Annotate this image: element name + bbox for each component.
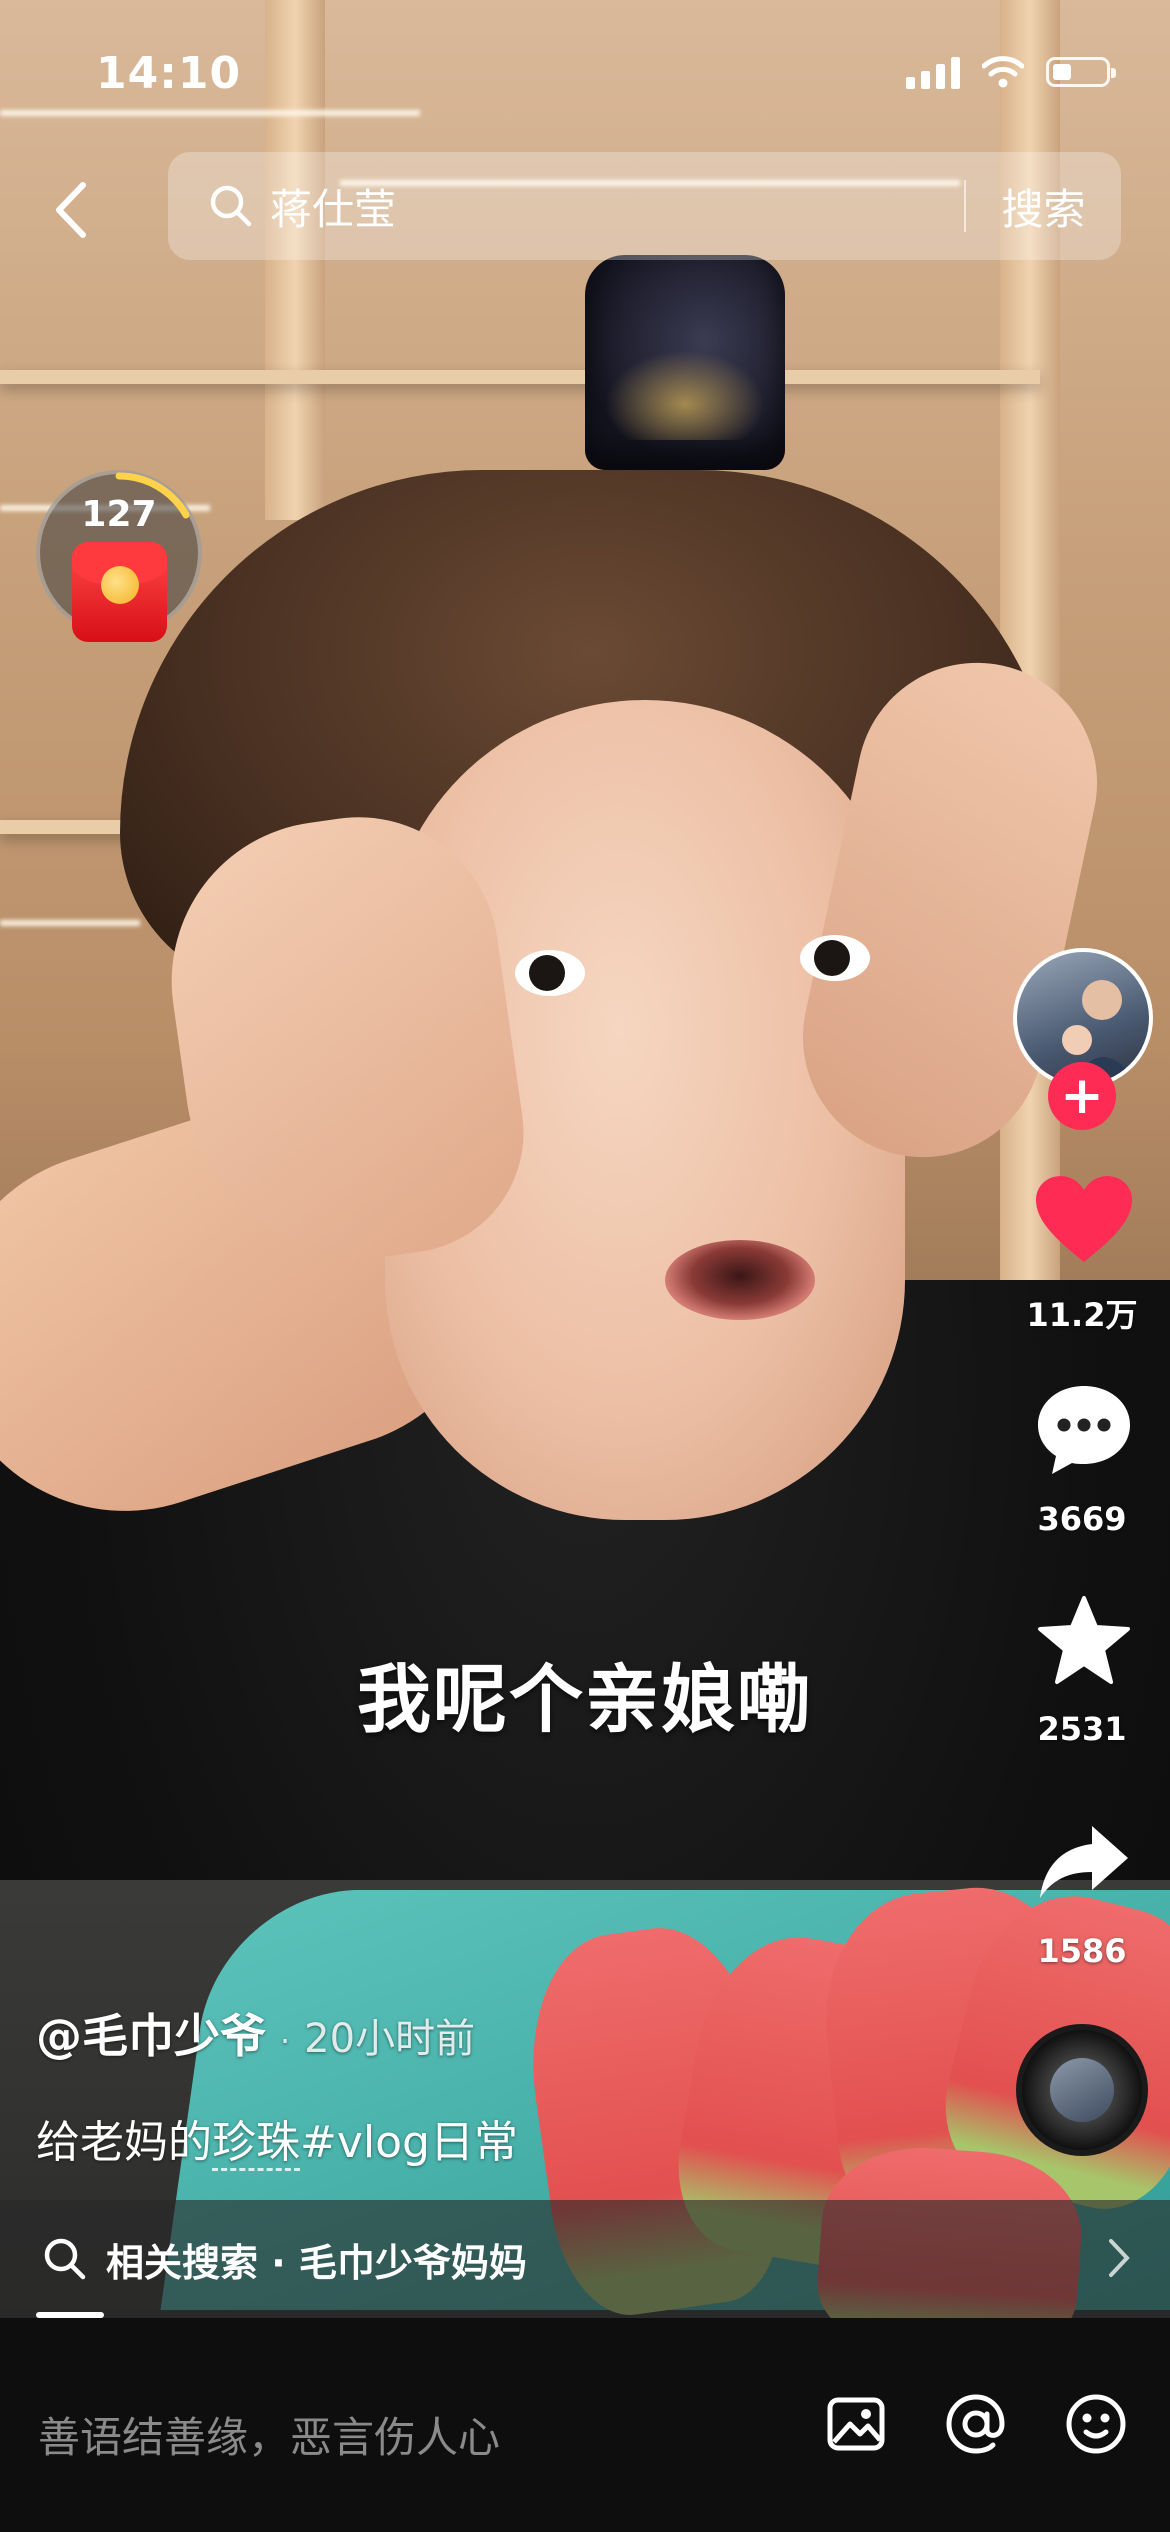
post-description: 给老妈的珍珠#vlog日常 [36, 2106, 518, 2171]
video-frame[interactable] [0, 0, 1170, 2318]
description-text: 给老妈的 [36, 2117, 212, 2168]
post-author-line: @毛巾少爷 · 20小时前 [36, 2000, 475, 2066]
status-icons [906, 55, 1116, 89]
follow-button[interactable]: + [1048, 1062, 1116, 1130]
person-eye [515, 950, 585, 996]
status-time: 14:10 [96, 48, 242, 99]
share-icon [1040, 1826, 1128, 1898]
shelf-light [0, 110, 420, 116]
shelf-board [0, 370, 1040, 384]
share-button[interactable] [1032, 1812, 1136, 1912]
person-eye [800, 935, 870, 981]
emoji-button[interactable] [1060, 2388, 1132, 2460]
search-bar[interactable]: 蒋仕莹 搜索 [168, 152, 1121, 260]
shelf-light [0, 920, 140, 926]
comment-button[interactable] [1032, 1380, 1136, 1480]
chevron-right-icon [1109, 2239, 1130, 2277]
comment-bar: 善语结善缘，恶言伤人心 [0, 2318, 1170, 2532]
related-search-bar[interactable]: 相关搜索 · 毛巾少爷妈妈 [0, 2200, 1170, 2318]
plus-icon: + [1060, 1066, 1104, 1126]
heart-icon [1036, 1176, 1132, 1262]
search-icon [44, 2238, 86, 2280]
battery-icon [1046, 57, 1116, 87]
share-count: 1586 [1037, 1932, 1127, 1970]
comment-icon [1038, 1386, 1130, 1474]
like-button[interactable] [1032, 1170, 1136, 1270]
related-search-label: 相关搜索 [106, 2240, 259, 2285]
red-packet-coin [101, 566, 139, 604]
mention-button[interactable] [940, 2388, 1012, 2460]
at-icon [946, 2394, 1005, 2454]
image-icon [827, 2397, 885, 2451]
related-search-text: 相关搜索 · 毛巾少爷妈妈 [106, 2232, 527, 2287]
red-packet-count: 127 [81, 494, 157, 535]
wifi-icon [982, 56, 1024, 88]
comment-input[interactable]: 善语结善缘，恶言伤人心 [38, 2404, 500, 2465]
post-time: 20小时前 [304, 2016, 476, 2062]
hashtag[interactable]: #vlog日常 [300, 2117, 518, 2168]
search-icon [210, 185, 252, 227]
search-query[interactable]: 蒋仕莹 [270, 176, 964, 237]
person-mouth [665, 1240, 815, 1320]
related-search-term: 毛巾少爷妈妈 [298, 2240, 527, 2285]
like-count: 11.2万 [1026, 1296, 1138, 1334]
comment-count: 3669 [1037, 1500, 1127, 1538]
related-search-separator: · [271, 2240, 286, 2285]
decorative-jar [585, 255, 785, 470]
signal-icon [906, 55, 960, 89]
music-disc[interactable] [1016, 2024, 1148, 2156]
search-button[interactable]: 搜索 [966, 176, 1121, 237]
description-link[interactable]: 珍珠 [212, 2117, 300, 2171]
image-button[interactable] [820, 2388, 892, 2460]
back-icon[interactable] [45, 175, 105, 245]
video-subtitle: 我呢个亲娘嘞 [357, 1657, 813, 1743]
author-name[interactable]: @毛巾少爷 [36, 2000, 266, 2066]
emoji-icon [1066, 2394, 1126, 2454]
shelf-pillar [265, 0, 325, 520]
separator-dot: · [280, 2022, 291, 2060]
